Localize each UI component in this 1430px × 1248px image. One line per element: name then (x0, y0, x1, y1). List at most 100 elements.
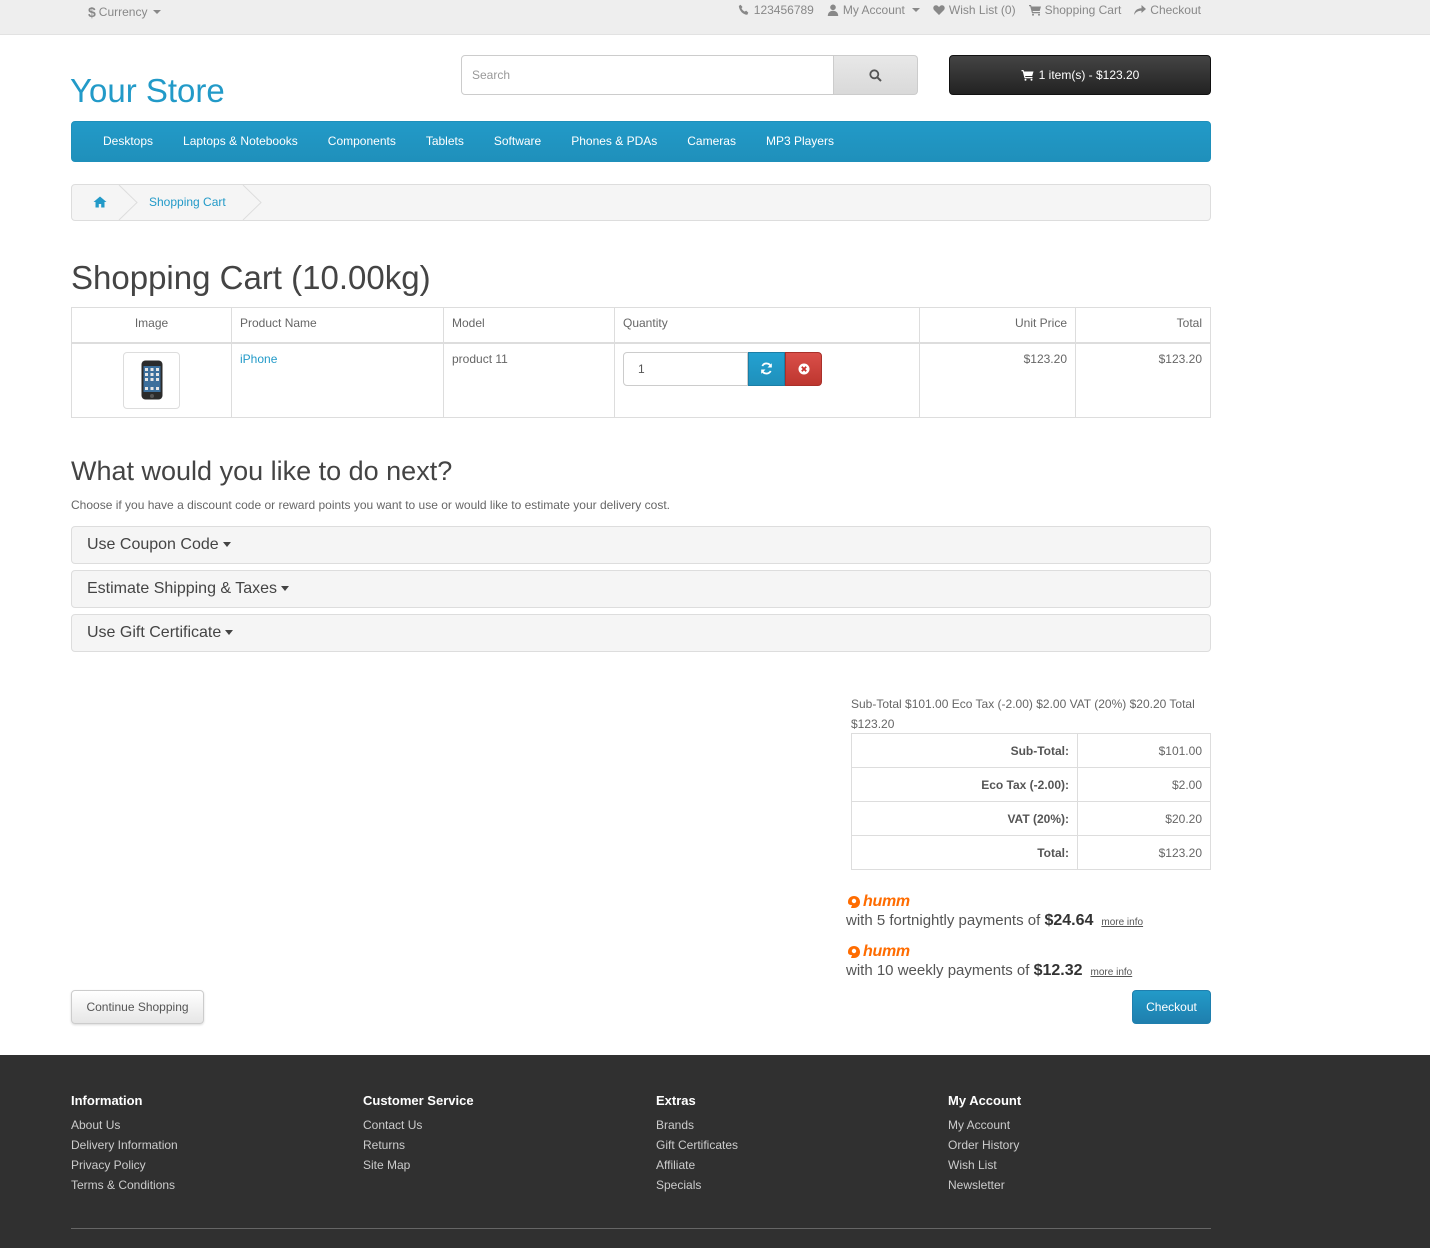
gift-certificate-panel-toggle[interactable]: Use Gift Certificate (71, 614, 1211, 652)
coupon-panel-toggle[interactable]: Use Coupon Code (71, 526, 1211, 564)
currency-symbol: $ (88, 4, 96, 20)
heart-icon (933, 5, 945, 15)
breadcrumb: Shopping Cart (71, 184, 1211, 221)
product-thumbnail[interactable] (123, 351, 180, 409)
top-bar: $ Currency 123456789 My Account Wish Lis… (0, 0, 1430, 35)
totals-summary-text: Sub-Total $101.00 Eco Tax (-2.00) $2.00 … (851, 697, 1195, 731)
humm-logo: humm (846, 893, 1143, 911)
breadcrumb-separator (242, 185, 262, 220)
footer-heading: Extras (656, 1093, 696, 1108)
column-header-quantity: Quantity (614, 307, 920, 344)
column-header-total: Total (1075, 307, 1211, 344)
breadcrumb-home[interactable] (93, 196, 107, 211)
shipping-panel-toggle[interactable]: Estimate Shipping & Taxes (71, 570, 1211, 608)
checkout-button[interactable]: Checkout (1132, 990, 1211, 1024)
footer-link-contact[interactable]: Contact Us (363, 1115, 474, 1135)
category-menu: Desktops Laptops & Notebooks Components … (71, 121, 1211, 162)
menu-item-tablets[interactable]: Tablets (411, 122, 479, 161)
search-bar (461, 55, 918, 95)
menu-item-cameras[interactable]: Cameras (672, 122, 751, 161)
humm-mark-icon (848, 946, 860, 958)
menu-item-phones[interactable]: Phones & PDAs (556, 122, 672, 161)
my-account-dropdown[interactable]: My Account (827, 3, 920, 17)
continue-shopping-button[interactable]: Continue Shopping (71, 990, 204, 1024)
humm-offer-line: with 5 fortnightly payments of $24.64 mor… (846, 912, 1143, 930)
footer-link-site-map[interactable]: Site Map (363, 1155, 474, 1175)
footer-link-returns[interactable]: Returns (363, 1135, 474, 1155)
humm-brand-text: humm (863, 943, 910, 960)
humm-offer-text: with 10 weekly payments of (846, 962, 1034, 979)
next-description: Choose if you have a discount code or re… (71, 498, 670, 512)
menu-item-mp3[interactable]: MP3 Players (751, 122, 849, 161)
humm-more-info-link[interactable]: more info (1091, 967, 1133, 978)
footer-link-affiliate[interactable]: Affiliate (656, 1155, 738, 1175)
coupon-panel-title: Use Coupon Code (87, 536, 219, 553)
product-name-link[interactable]: iPhone (240, 352, 277, 366)
breadcrumb-separator (118, 185, 138, 220)
caret-down-icon (222, 542, 231, 548)
quantity-input[interactable] (623, 351, 748, 386)
page-title: Shopping Cart (10.00kg) (71, 259, 431, 296)
humm-mark-icon (848, 896, 860, 908)
table-row: Sub-Total: $101.00 (851, 733, 1211, 768)
table-row: iPhone product 11 $123.20 $123.20 (71, 342, 1211, 418)
humm-offer-amount: $24.64 (1044, 912, 1094, 929)
menu-item-components[interactable]: Components (313, 122, 411, 161)
humm-offer-weekly: humm with 10 weekly payments of $12.32 mo… (846, 943, 1132, 980)
remove-button[interactable] (785, 351, 822, 386)
phone-number: 123456789 (753, 3, 814, 17)
footer-link-specials[interactable]: Specials (656, 1175, 738, 1195)
store-logo[interactable]: Your Store (70, 72, 225, 110)
footer-link-privacy[interactable]: Privacy Policy (71, 1155, 178, 1175)
footer-link-terms[interactable]: Terms & Conditions (71, 1175, 178, 1195)
currency-dropdown[interactable]: $ Currency (88, 4, 162, 20)
search-input[interactable] (461, 55, 834, 95)
footer-link-order-history[interactable]: Order History (948, 1135, 1021, 1155)
shopping-cart-link[interactable]: Shopping Cart (1028, 3, 1121, 17)
table-row: Total: $123.20 (851, 835, 1211, 870)
product-image-cell (71, 342, 232, 418)
footer-link-about-us[interactable]: About Us (71, 1115, 178, 1135)
menu-item-laptops[interactable]: Laptops & Notebooks (168, 122, 313, 161)
search-button[interactable] (834, 55, 918, 95)
footer-link-delivery[interactable]: Delivery Information (71, 1135, 178, 1155)
humm-logo: humm (846, 943, 1132, 961)
checkout-link[interactable]: Checkout (1134, 3, 1201, 17)
cart-summary-button[interactable]: 1 item(s) - $123.20 (949, 55, 1211, 95)
footer-divider (71, 1228, 1211, 1229)
top-links: 123456789 My Account Wish List (0) Shopp… (738, 3, 1201, 17)
menu-item-desktops[interactable]: Desktops (88, 122, 168, 161)
column-header-image: Image (71, 307, 232, 344)
menu-item-software[interactable]: Software (479, 122, 556, 161)
footer-link-my-account[interactable]: My Account (948, 1115, 1021, 1135)
times-circle-icon (798, 363, 809, 374)
footer-link-wish-list[interactable]: Wish List (948, 1155, 1021, 1175)
footer-heading: My Account (948, 1093, 1022, 1108)
wish-list-label: Wish List (0) (948, 3, 1016, 17)
column-header-unit-price: Unit Price (919, 307, 1076, 344)
phone-link[interactable]: 123456789 (738, 3, 814, 17)
caret-down-icon (225, 630, 234, 636)
eco-tax-label: Eco Tax (-2.00): (851, 767, 1078, 802)
table-row: Eco Tax (-2.00): $2.00 (851, 767, 1211, 802)
footer-column-extras: Extras Brands Gift Certificates Affiliat… (656, 1093, 738, 1195)
humm-more-info-link[interactable]: more info (1101, 917, 1143, 928)
iphone-image (141, 360, 162, 400)
footer-link-newsletter[interactable]: Newsletter (948, 1175, 1021, 1195)
quantity-cell (614, 342, 920, 418)
phone-icon (738, 4, 749, 15)
breadcrumb-shopping-cart[interactable]: Shopping Cart (149, 195, 226, 209)
total-value: $123.20 (1077, 835, 1211, 870)
footer-heading: Information (71, 1093, 143, 1108)
checkout-label: Checkout (1150, 3, 1201, 17)
table-row: VAT (20%): $20.20 (851, 801, 1211, 836)
footer-link-brands[interactable]: Brands (656, 1115, 738, 1135)
footer-link-gift-certificates[interactable]: Gift Certificates (656, 1135, 738, 1155)
footer-column-information: Information About Us Delivery Informatio… (71, 1093, 178, 1195)
update-button[interactable] (748, 351, 785, 386)
cart-summary-label: 1 item(s) - $123.20 (1038, 68, 1140, 82)
total-cell: $123.20 (1075, 342, 1211, 418)
wish-list-link[interactable]: Wish List (0) (933, 3, 1016, 17)
humm-offer-text: with 5 fortnightly payments of (846, 912, 1045, 929)
next-heading: What would you like to do next? (71, 456, 453, 486)
